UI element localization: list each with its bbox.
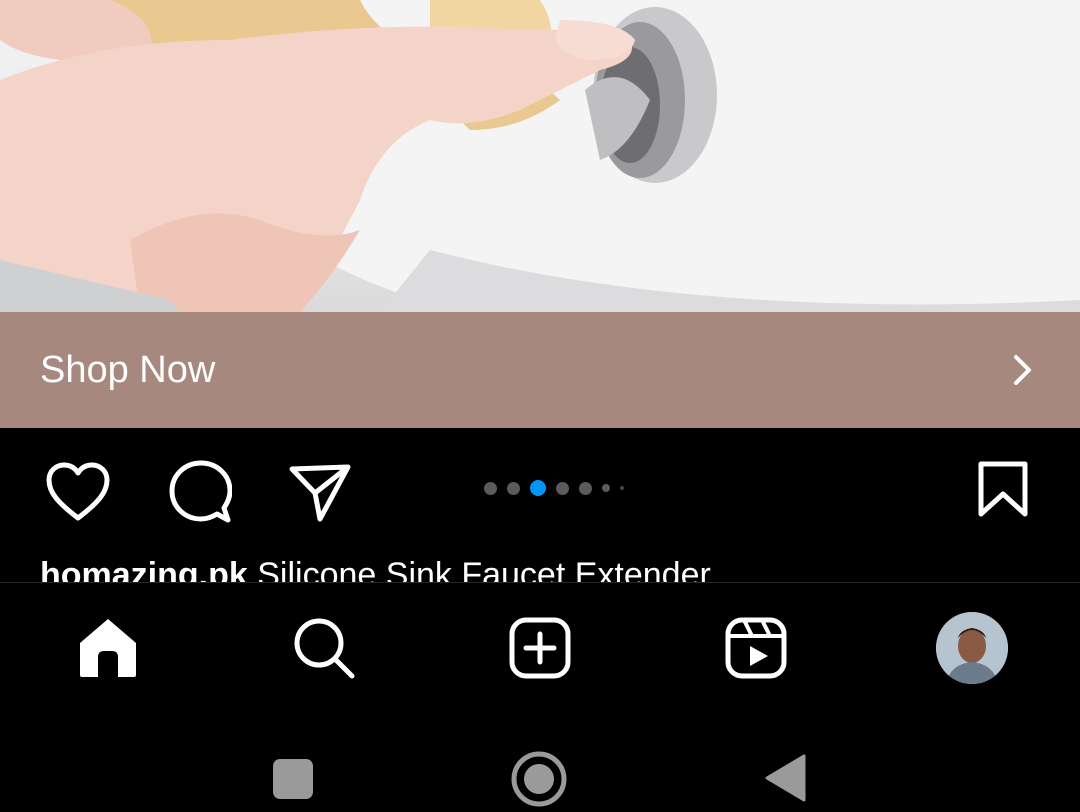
carousel-dot-active (530, 480, 546, 496)
post-caption: homazing.pk Silicone Sink Faucet Extende… (40, 556, 1040, 582)
caption-username[interactable]: homazing.pk (40, 556, 248, 582)
product-photo (0, 0, 1080, 312)
carousel-dot (620, 486, 624, 490)
carousel-dot (602, 484, 610, 492)
search-icon[interactable] (289, 613, 359, 683)
system-navigation-bar (0, 740, 1080, 810)
home-icon[interactable] (73, 613, 143, 683)
avatar (936, 612, 1008, 684)
chevron-right-icon (1006, 353, 1040, 387)
create-post-icon[interactable] (505, 613, 575, 683)
bottom-tab-bar (0, 582, 1080, 711)
home-circle-icon[interactable] (510, 750, 568, 812)
profile-avatar[interactable] (935, 611, 1009, 685)
carousel-indicator (484, 480, 624, 496)
carousel-dot (484, 481, 497, 495)
carousel-dot (507, 481, 520, 495)
shop-now-button[interactable]: Shop Now (0, 312, 1080, 428)
back-triangle-icon[interactable] (764, 754, 806, 806)
post-image[interactable] (0, 0, 1080, 312)
reels-icon[interactable] (721, 613, 791, 683)
carousel-dot (556, 481, 569, 495)
comment-icon[interactable] (166, 458, 234, 526)
shop-now-label: Shop Now (40, 348, 216, 391)
bookmark-icon[interactable] (974, 458, 1032, 520)
caption-text: Silicone Sink Faucet Extender (257, 556, 711, 582)
heart-icon[interactable] (44, 458, 112, 526)
recents-square-icon[interactable] (272, 758, 314, 804)
send-icon[interactable] (286, 458, 354, 526)
carousel-dot (579, 481, 592, 495)
